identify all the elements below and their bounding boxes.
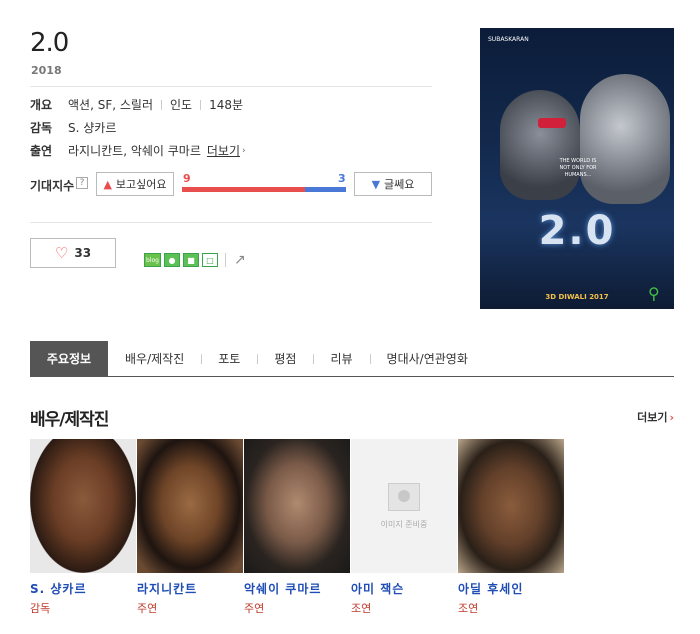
meh-bar-fill bbox=[305, 187, 346, 192]
director-link[interactable]: S. 샹카르 bbox=[68, 119, 116, 136]
want-count: 9 bbox=[183, 172, 191, 185]
chevron-right-icon: › bbox=[242, 145, 246, 156]
cast-row: 출연 라지니칸트, 악쉐이 쿠마르 더보기 › bbox=[30, 142, 246, 159]
want-bar-fill bbox=[182, 187, 305, 192]
help-icon[interactable]: ? bbox=[76, 177, 88, 189]
person-role: 조연 bbox=[458, 602, 479, 615]
country[interactable]: 인도 bbox=[170, 96, 192, 113]
person-role: 조연 bbox=[351, 602, 372, 615]
separator bbox=[160, 99, 162, 110]
meh-count: 3 bbox=[338, 172, 346, 185]
tab-main-info[interactable]: 주요정보 bbox=[30, 341, 108, 376]
tab-quotes-related[interactable]: 명대사/연관영화 bbox=[369, 341, 485, 376]
heart-icon: ♡ bbox=[54, 244, 69, 262]
poster-top-text: SUBASKARAN bbox=[488, 36, 529, 43]
person-card[interactable]: 악쉐이 쿠마르 주연 bbox=[244, 439, 350, 616]
movie-title: 2.0 bbox=[30, 28, 69, 58]
want-to-see-label: 보고싶어요 bbox=[115, 178, 167, 191]
director-label: 감독 bbox=[30, 121, 53, 135]
poster-face-right bbox=[580, 74, 670, 204]
person-name[interactable]: 아딜 후세인 bbox=[458, 580, 564, 597]
want-to-see-button[interactable]: ▲ 보고싶어요 bbox=[96, 172, 174, 196]
overview-row: 개요 액션, SF, 스릴러 인도 148분 bbox=[30, 96, 243, 113]
note-share-icon[interactable]: □ bbox=[202, 253, 218, 267]
poster-glasses bbox=[538, 118, 566, 128]
person-card[interactable]: S. 샹카르 감독 bbox=[30, 439, 136, 616]
person-card[interactable]: 라지니칸트 주연 bbox=[137, 439, 243, 616]
person-name[interactable]: 라지니칸트 bbox=[137, 580, 243, 597]
movie-poster[interactable]: SUBASKARAN THE WORLD IS NOT ONLY FOR HUM… bbox=[480, 28, 674, 309]
not-sure-label: 글쎄요 bbox=[384, 178, 415, 191]
person-photo[interactable] bbox=[244, 439, 350, 573]
tab-cast-crew[interactable]: 배우/제작진 bbox=[108, 341, 201, 376]
cafe-share-icon[interactable]: ● bbox=[164, 253, 180, 267]
divider bbox=[30, 86, 432, 87]
person-photo-placeholder[interactable]: 이미지 준비중 bbox=[351, 439, 457, 573]
section-more-link[interactable]: 더보기 › bbox=[637, 409, 674, 425]
director-row: 감독 S. 샹카르 bbox=[30, 119, 116, 136]
section-title: 배우/제작진 bbox=[30, 410, 109, 430]
person-name[interactable]: 악쉐이 쿠마르 bbox=[244, 580, 350, 597]
image-placeholder-icon bbox=[388, 482, 420, 511]
not-sure-button[interactable]: ▼ 글쎄요 bbox=[354, 172, 432, 196]
thumbs-down-icon: ▼ bbox=[371, 177, 381, 191]
cast-links[interactable]: 라지니칸트, 악쉐이 쿠마르 bbox=[68, 142, 201, 159]
genre-list[interactable]: 액션, SF, 스릴러 bbox=[68, 96, 153, 113]
poster-face-left bbox=[500, 90, 580, 200]
poster-tagline: THE WORLD IS NOT ONLY FOR HUMANS... bbox=[559, 158, 597, 178]
like-button[interactable]: ♡ 33 bbox=[30, 238, 116, 268]
zoom-icon[interactable]: ⚲ bbox=[648, 285, 666, 303]
runtime: 148분 bbox=[209, 98, 244, 112]
person-role: 감독 bbox=[30, 602, 51, 615]
poster-release: 3D DIWALI 2017 bbox=[545, 293, 609, 301]
section-more-label: 더보기 bbox=[637, 411, 668, 424]
divider bbox=[30, 222, 432, 223]
thumbs-up-icon: ▲ bbox=[103, 177, 112, 191]
movie-year: 2018 bbox=[31, 64, 62, 77]
share-icon[interactable]: ↗ bbox=[234, 252, 246, 268]
person-photo[interactable] bbox=[30, 439, 136, 573]
expectation-widget: 기대지수 ? ▲ 보고싶어요 9 3 ▼ 글쎄요 bbox=[30, 172, 432, 198]
tab-reviews[interactable]: 리뷰 bbox=[313, 341, 369, 376]
person-role: 주연 bbox=[244, 602, 265, 615]
separator bbox=[225, 253, 226, 267]
expectation-label: 기대지수 bbox=[30, 179, 75, 193]
poster-logo: 2.0 bbox=[538, 208, 616, 254]
share-bar: blog ● ■ □ ↗ bbox=[144, 252, 246, 268]
person-card[interactable]: 이미지 준비중 아미 잭슨 조연 bbox=[351, 439, 457, 616]
person-card[interactable]: 아딜 후세인 조연 bbox=[458, 439, 564, 616]
tab-photos[interactable]: 포토 bbox=[201, 341, 257, 376]
tab-ratings[interactable]: 평점 bbox=[257, 341, 313, 376]
no-image-text: 이미지 준비중 bbox=[380, 519, 428, 529]
person-role: 주연 bbox=[137, 602, 158, 615]
tab-bar: 주요정보 배우/제작진 포토 평점 리뷰 명대사/연관영화 bbox=[30, 341, 674, 377]
person-photo[interactable] bbox=[137, 439, 243, 573]
like-count: 33 bbox=[74, 246, 92, 260]
person-photo[interactable] bbox=[458, 439, 564, 573]
overview-label: 개요 bbox=[30, 98, 53, 112]
cast-more-link[interactable]: 더보기 bbox=[207, 142, 240, 159]
person-name[interactable]: S. 샹카르 bbox=[30, 580, 136, 597]
person-name[interactable]: 아미 잭슨 bbox=[351, 580, 457, 597]
cast-label: 출연 bbox=[30, 144, 53, 158]
separator bbox=[200, 99, 202, 110]
blog-share-icon[interactable]: blog bbox=[144, 253, 161, 267]
bookmark-share-icon[interactable]: ■ bbox=[183, 253, 199, 267]
chevron-right-icon: › bbox=[669, 411, 674, 424]
expectation-bar bbox=[182, 187, 346, 192]
